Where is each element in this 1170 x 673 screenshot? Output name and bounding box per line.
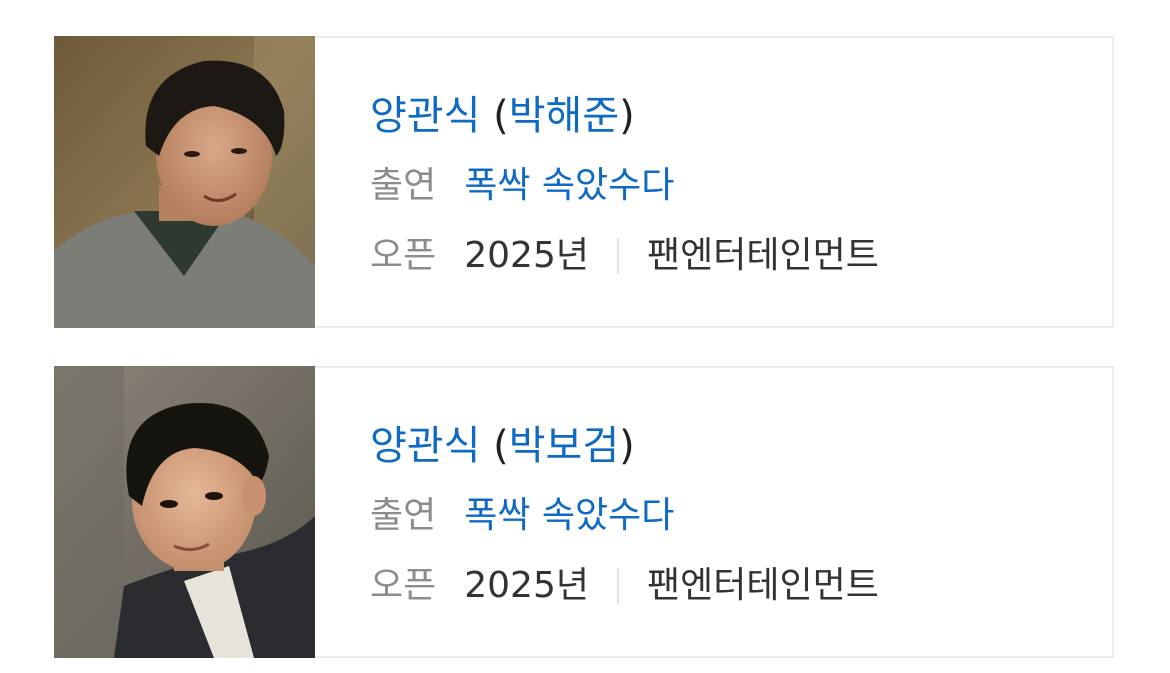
show-title-link[interactable]: 폭싹 속았수다: [464, 158, 674, 214]
role-name-link[interactable]: 양관식: [370, 423, 480, 469]
profile-info: 양관식 (박해준) 출연 폭싹 속았수다 오픈 2025년 팬엔터테인먼트: [315, 38, 879, 326]
profile-card[interactable]: 양관식 (박해준) 출연 폭싹 속았수다 오픈 2025년 팬엔터테인먼트: [54, 36, 1114, 328]
actor-name-link[interactable]: 박보검: [509, 423, 619, 469]
appearance-row: 출연 폭싹 속았수다: [370, 488, 879, 544]
divider: [617, 568, 619, 604]
actor-name-link[interactable]: 박해준: [509, 93, 619, 139]
appearance-label: 출연: [370, 165, 437, 206]
release-year: 2025년: [464, 565, 589, 606]
profile-card[interactable]: 양관식 (박보검) 출연 폭싹 속았수다 오픈 2025년 팬엔터테인먼트: [54, 366, 1114, 658]
open-label: 오픈: [370, 565, 437, 606]
show-title-link[interactable]: 폭싹 속았수다: [464, 488, 674, 544]
paren-close: ): [619, 93, 635, 139]
divider: [617, 238, 619, 274]
production-company: 팬엔터테인먼트: [647, 235, 879, 276]
paren-open: (: [480, 423, 509, 469]
actor-photo-image: [54, 36, 315, 328]
appearance-row: 출연 폭싹 속았수다: [370, 158, 879, 214]
character-name: 양관식 (박보검): [370, 418, 879, 474]
actor-photo[interactable]: [54, 366, 315, 658]
open-row: 오픈 2025년 팬엔터테인먼트: [370, 228, 879, 284]
open-row: 오픈 2025년 팬엔터테인먼트: [370, 558, 879, 614]
open-label: 오픈: [370, 235, 437, 276]
paren-open: (: [480, 93, 509, 139]
appearance-label: 출연: [370, 495, 437, 536]
paren-close: ): [619, 423, 635, 469]
release-year: 2025년: [464, 235, 589, 276]
production-company: 팬엔터테인먼트: [647, 565, 879, 606]
actor-photo-image: [54, 366, 315, 658]
actor-photo[interactable]: [54, 36, 315, 328]
role-name-link[interactable]: 양관식: [370, 93, 480, 139]
character-name: 양관식 (박해준): [370, 88, 879, 144]
profile-info: 양관식 (박보검) 출연 폭싹 속았수다 오픈 2025년 팬엔터테인먼트: [315, 368, 879, 656]
